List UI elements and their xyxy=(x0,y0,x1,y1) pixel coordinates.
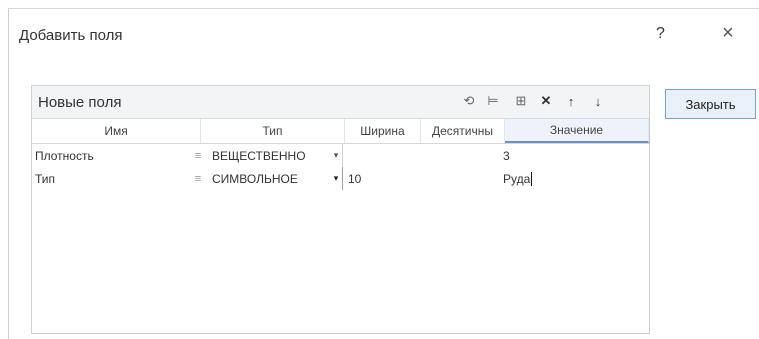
value-text: Руда xyxy=(503,171,531,186)
grid-header: Имя Тип Ширина Десятичны Значение xyxy=(32,119,649,144)
add-field-icon[interactable]: ⊞ xyxy=(512,92,530,110)
chevron-down-icon[interactable]: ▾ xyxy=(330,167,342,190)
panel-header: Новые поля ⟲ ⊨ ⊞ ✕ ↑ ↓ xyxy=(32,86,649,119)
undo-icon[interactable]: ⟲ xyxy=(460,92,478,110)
value-cell[interactable]: 3 xyxy=(500,144,640,167)
table-row[interactable]: Плотность ≡ ВЕЩЕСТВЕННО ▾ 3 xyxy=(32,144,649,167)
move-up-icon[interactable]: ↑ xyxy=(562,92,580,110)
width-cell[interactable] xyxy=(342,144,416,167)
drag-handle-icon[interactable]: ≡ xyxy=(187,167,209,190)
new-fields-panel: Новые поля ⟲ ⊨ ⊞ ✕ ↑ ↓ Имя Тип Ширина Де… xyxy=(31,85,650,334)
insert-row-icon[interactable]: ⊨ xyxy=(484,92,502,110)
chevron-down-icon[interactable]: ▾ xyxy=(330,144,342,167)
panel-title: Новые поля xyxy=(38,94,122,111)
type-cell[interactable]: ВЕЩЕСТВЕННО xyxy=(209,144,330,167)
text-caret xyxy=(531,171,533,186)
delete-icon[interactable]: ✕ xyxy=(537,92,555,110)
move-down-icon[interactable]: ↓ xyxy=(589,92,607,110)
name-cell[interactable]: Плотность xyxy=(32,144,187,167)
column-header-width[interactable]: Ширина xyxy=(345,119,421,143)
table-row[interactable]: Тип ≡ СИМВОЛЬНОЕ ▾ 10 Руда xyxy=(32,167,649,190)
decimals-cell[interactable] xyxy=(416,144,500,167)
help-icon[interactable]: ? xyxy=(656,25,665,43)
value-cell[interactable]: Руда xyxy=(500,167,640,190)
type-cell[interactable]: СИМВОЛЬНОЕ xyxy=(209,167,330,190)
decimals-cell[interactable] xyxy=(416,167,500,190)
column-header-value[interactable]: Значение xyxy=(505,119,649,143)
width-cell[interactable]: 10 xyxy=(342,167,416,190)
close-icon[interactable]: × xyxy=(722,22,734,45)
close-button[interactable]: Закрыть xyxy=(665,89,756,119)
dialog-title: Добавить поля xyxy=(19,27,123,44)
drag-handle-icon[interactable]: ≡ xyxy=(187,144,209,167)
column-header-decimals[interactable]: Десятичны xyxy=(421,119,505,143)
column-header-name[interactable]: Имя xyxy=(32,119,201,143)
name-cell[interactable]: Тип xyxy=(32,167,187,190)
column-header-type[interactable]: Тип xyxy=(201,119,345,143)
add-fields-dialog: Добавить поля ? × Новые поля ⟲ ⊨ ⊞ ✕ ↑ ↓… xyxy=(8,8,759,339)
